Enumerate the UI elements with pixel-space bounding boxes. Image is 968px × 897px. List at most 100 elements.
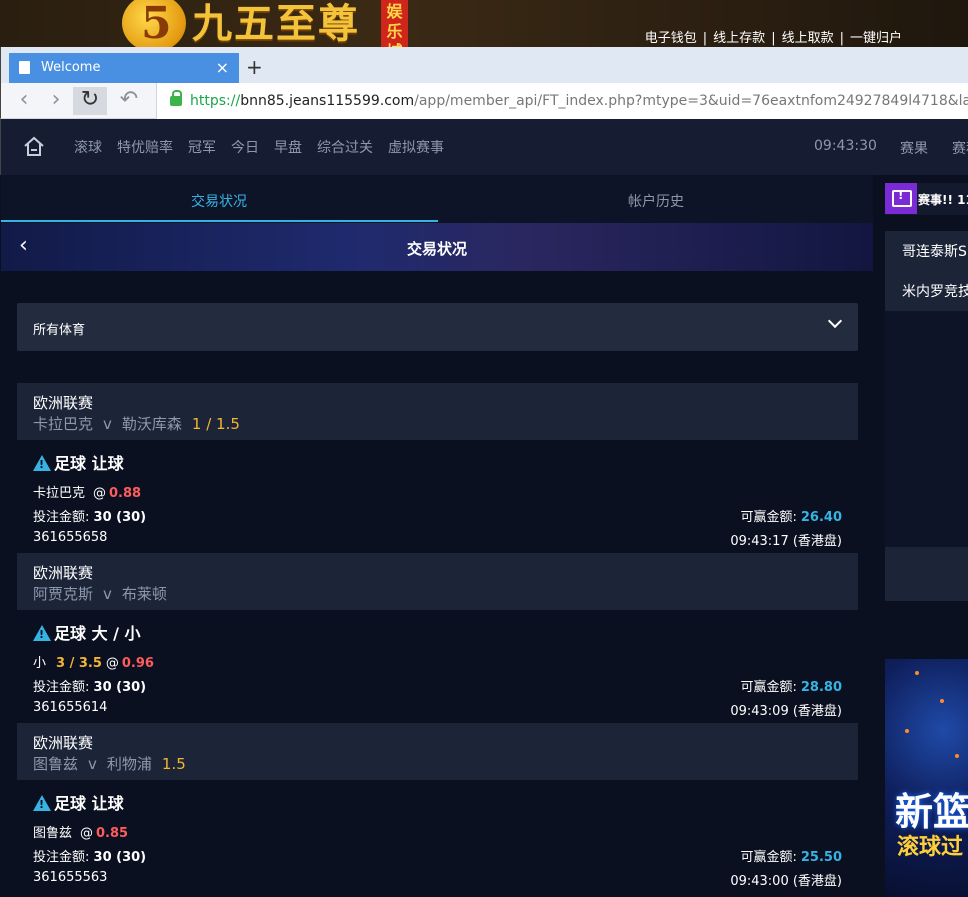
sidebar-match-list: 哥连泰斯S 米内罗竞技	[885, 231, 968, 311]
ticket-number: 361655563	[33, 870, 108, 885]
bet-type-label: 足球 让球	[54, 454, 124, 473]
odds-value: 0.88	[109, 486, 142, 501]
match-teams: 图鲁兹 v 利物浦 1.5	[33, 753, 186, 774]
bet-selection: 卡拉巴克 @0.88	[33, 482, 141, 501]
browser-tabstrip: Welcome × +	[0, 47, 968, 83]
address-bar: ‹ › ↻ ↶ https://bnn85.jeans115599.com/ap…	[0, 83, 968, 119]
stake-value: 30 (30)	[93, 680, 147, 695]
away-team: 利物浦	[106, 755, 152, 773]
nav-item-inplay[interactable]: 滚球	[74, 137, 102, 157]
page-banner: ‹ 交易状况	[1, 223, 873, 271]
nav-item-outright[interactable]: 冠军	[188, 137, 216, 157]
nav-item-results[interactable]: 赛果	[900, 141, 928, 157]
away-team: 勒沃库森	[121, 415, 182, 433]
win-row: 可赢金额: 28.80	[740, 676, 842, 695]
warning-icon	[33, 625, 51, 641]
selection-name: 小	[33, 656, 47, 671]
nav-item-virtual[interactable]: 虚拟赛事	[388, 137, 444, 157]
notice-ticker[interactable]: 赛事!! 11月	[885, 183, 968, 215]
site-nav: 滚球 特优赔率 冠军 今日 早盘 综合过关 虚拟赛事 09:43:30 赛果 赛程	[0, 119, 968, 175]
tab-open-bets[interactable]: 交易状况	[191, 191, 247, 211]
vs-label: v	[103, 415, 112, 433]
nav-right: 赛果 赛程	[900, 138, 968, 158]
page-title: 交易状况	[406, 240, 467, 258]
warning-icon	[33, 795, 51, 811]
consolidate-link[interactable]: 一键归户	[850, 31, 902, 46]
sport-filter-select[interactable]: 所有体育	[17, 303, 858, 351]
match-teams: 阿贾克斯 v 布莱顿	[33, 583, 167, 604]
forward-icon[interactable]: ›	[39, 87, 73, 115]
sidebar-match-item[interactable]: 米内罗竞技	[902, 281, 968, 301]
promo-spark	[915, 671, 919, 675]
bet-selection: 图鲁兹 @0.85	[33, 822, 128, 841]
league-name: 欧洲联赛	[33, 394, 94, 412]
stake-value: 30 (30)	[93, 510, 147, 525]
nav-menu: 滚球 特优赔率 冠军 今日 早盘 综合过关 虚拟赛事	[74, 119, 459, 175]
brand-logo-glyph: 5	[141, 0, 172, 47]
win-amount: 25.50	[800, 850, 842, 865]
active-tab-indicator	[1, 220, 438, 222]
bet-time: 09:43:09 (香港盘)	[730, 704, 842, 719]
chevron-down-icon	[827, 313, 843, 329]
brand-header: 5 九五至尊 娱乐城 电子钱包 | 线上存款 | 线上取款 | 一键归户	[0, 0, 968, 47]
bet-time: 09:43:00 (香港盘)	[730, 874, 842, 889]
selection-name: 卡拉巴克	[33, 486, 86, 501]
withdraw-link[interactable]: 线上取款	[782, 31, 834, 46]
undo-icon[interactable]: ↶	[112, 87, 146, 115]
stake-row: 投注金额: 30 (30)	[33, 846, 146, 865]
back-icon[interactable]: ‹	[7, 87, 41, 115]
win-label: 可赢金额:	[740, 680, 797, 695]
home-icon[interactable]	[23, 135, 45, 157]
close-icon[interactable]: ×	[216, 58, 229, 77]
nav-item-schedule[interactable]: 赛程	[952, 141, 968, 157]
stake-label: 投注金额:	[33, 850, 90, 865]
win-row: 可赢金额: 25.50	[740, 846, 842, 865]
league-name: 欧洲联赛	[33, 564, 94, 582]
nav-item-parlay[interactable]: 综合过关	[317, 137, 373, 157]
at-symbol: @	[105, 656, 119, 671]
vs-label: v	[88, 755, 97, 773]
home-team: 卡拉巴克	[33, 415, 94, 433]
selection-line: 3 / 3.5	[56, 656, 102, 671]
bet-type: 足球 让球	[33, 790, 124, 814]
reload-icon[interactable]: ↻	[73, 87, 107, 115]
sidebar-match-item[interactable]: 哥连泰斯S	[902, 241, 967, 261]
odds-value: 0.96	[121, 656, 154, 671]
away-team: 布莱顿	[121, 585, 167, 603]
nav-item-special-odds[interactable]: 特优赔率	[117, 137, 173, 157]
bet-slip: 足球 让球 卡拉巴克@0.88 投注金额: 30 (30) 361655658 …	[17, 440, 858, 553]
promo-banner[interactable]: 新篮 滚球过	[885, 659, 968, 897]
nav-item-today[interactable]: 今日	[231, 137, 259, 157]
link-separator: |	[839, 31, 844, 46]
handicap-line: 1 / 1.5	[191, 415, 240, 433]
tab-account-history[interactable]: 帐户历史	[628, 191, 684, 211]
clock: 09:43:30	[814, 138, 877, 154]
promo-spark	[940, 699, 944, 703]
browser-tab[interactable]: Welcome ×	[9, 53, 239, 83]
promo-subtitle: 滚球过	[897, 835, 964, 860]
lock-icon	[170, 90, 182, 106]
win-amount: 26.40	[800, 510, 842, 525]
brand-tag: 娱乐城	[381, 0, 408, 47]
wallet-link[interactable]: 电子钱包	[645, 31, 697, 46]
win-amount: 28.80	[800, 680, 842, 695]
odds-value: 0.85	[96, 826, 129, 841]
nav-item-early[interactable]: 早盘	[274, 137, 302, 157]
stake-row: 投注金额: 30 (30)	[33, 506, 146, 525]
url-path: /app/member_api/FT_index.php?mtype=3&uid…	[414, 93, 968, 109]
bet-slip: 足球 让球 图鲁兹 @0.85 投注金额: 30 (30) 361655563 可…	[17, 780, 858, 893]
deposit-link[interactable]: 线上存款	[713, 31, 765, 46]
selection-name: 图鲁兹	[33, 826, 73, 841]
promo-spark	[955, 754, 959, 758]
bet-type-label: 足球 让球	[54, 794, 124, 813]
bet-time: 09:43:17 (香港盘)	[730, 534, 842, 549]
page-icon	[19, 61, 30, 74]
url-host: bnn85.jeans115599.com	[240, 93, 415, 109]
league-name: 欧洲联赛	[33, 734, 94, 752]
new-tab-button[interactable]: +	[246, 55, 263, 79]
bet-type: 足球 大 / 小	[33, 620, 141, 644]
handicap-line: 1.5	[161, 755, 186, 773]
win-row: 可赢金额: 26.40	[740, 506, 842, 525]
bet-type-label: 足球 大 / 小	[54, 624, 141, 643]
url-input[interactable]: https://bnn85.jeans115599.com/app/member…	[156, 83, 968, 119]
